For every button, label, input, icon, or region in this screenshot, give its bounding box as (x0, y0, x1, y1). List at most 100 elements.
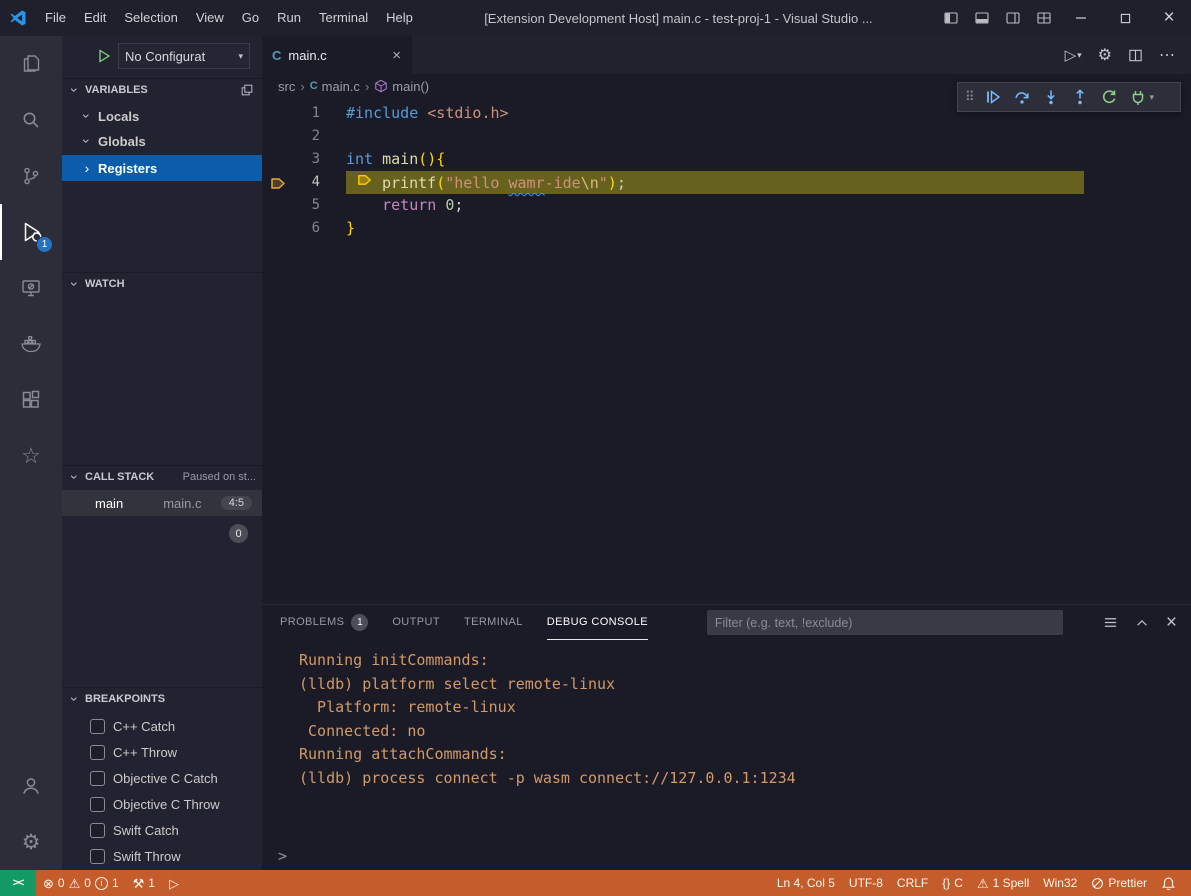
settings-gear-icon[interactable]: ⚙ (0, 814, 62, 870)
split-editor-icon[interactable] (1128, 48, 1143, 63)
menu-view[interactable]: View (187, 0, 233, 36)
debug-target-status[interactable]: ▷ (162, 870, 186, 896)
code-editor[interactable]: 1 #include <stdio.h> 2 3 int main(){ (262, 98, 1191, 604)
console-input-prompt[interactable]: > (278, 847, 287, 865)
tab-output[interactable]: OUTPUT (392, 606, 440, 640)
breakpoint-gutter[interactable] (262, 148, 294, 171)
chevron-down-icon[interactable]: ▾ (1150, 92, 1155, 103)
checkbox[interactable] (90, 771, 105, 786)
start-debug-icon[interactable] (96, 48, 112, 64)
tab-problems[interactable]: PROBLEMS 1 (280, 606, 368, 640)
collapse-all-icon[interactable] (240, 83, 254, 97)
close-tab-icon[interactable]: × (392, 47, 401, 64)
language-mode-status[interactable]: {} C (935, 870, 970, 896)
watch-section-header[interactable]: › WATCH (62, 272, 262, 295)
maximize-button[interactable] (1103, 0, 1147, 36)
menu-file[interactable]: File (36, 0, 75, 36)
variables-section-header[interactable]: › VARIABLES (62, 78, 262, 101)
breakpoint-cpp-catch[interactable]: C++ Catch (62, 713, 262, 739)
encoding-status[interactable]: UTF-8 (842, 870, 890, 896)
step-over-button[interactable] (1009, 84, 1036, 110)
cursor-position-status[interactable]: Ln 4, Col 5 (770, 870, 842, 896)
call-stack-section-header[interactable]: › CALL STACK Paused on st... (62, 465, 262, 488)
account-icon[interactable] (0, 758, 62, 814)
checkbox[interactable] (90, 719, 105, 734)
toggle-panel-icon[interactable] (966, 0, 997, 36)
breadcrumb-symbol[interactable]: main() (374, 79, 429, 94)
favorites-star-icon[interactable]: ☆ (0, 428, 62, 484)
disconnect-button[interactable] (1125, 84, 1152, 110)
code-text[interactable]: int main(){ (346, 148, 445, 171)
breakpoint-swift-throw[interactable]: Swift Throw (62, 843, 262, 869)
code-text-current-line[interactable]: printf("hello wamr-ide\n"); (346, 171, 1084, 194)
minimize-button[interactable] (1059, 0, 1103, 36)
menu-terminal[interactable]: Terminal (310, 0, 377, 36)
restart-button[interactable] (1096, 84, 1123, 110)
code-text[interactable]: #include <stdio.h> (346, 102, 509, 125)
code-text[interactable]: } (346, 217, 355, 240)
checkbox[interactable] (90, 823, 105, 838)
breakpoint-gutter[interactable] (262, 217, 294, 240)
continue-button[interactable] (980, 84, 1007, 110)
platform-status[interactable]: Win32 (1036, 870, 1084, 896)
remote-explorer-icon[interactable] (0, 260, 62, 316)
breadcrumb-file[interactable]: C main.c (310, 79, 360, 94)
console-filter-input[interactable] (707, 610, 1063, 635)
more-actions-icon[interactable]: ⋯ (1159, 45, 1175, 65)
toolchain-status[interactable]: ⚒ 1 (126, 870, 162, 896)
spell-checker-status[interactable]: ⚠ 1 Spell (970, 870, 1036, 896)
step-out-button[interactable] (1067, 84, 1094, 110)
prettier-status[interactable]: Prettier (1084, 870, 1154, 896)
step-into-button[interactable] (1038, 84, 1065, 110)
breakpoint-gutter[interactable] (262, 194, 294, 217)
close-panel-icon[interactable]: × (1166, 612, 1177, 634)
gripper-icon[interactable]: ⠿ (962, 89, 978, 105)
menu-go[interactable]: Go (233, 0, 268, 36)
breakpoint-gutter[interactable] (262, 125, 294, 148)
checkbox[interactable] (90, 849, 105, 864)
menu-help[interactable]: Help (377, 0, 422, 36)
call-stack-frame[interactable]: main main.c 4:5 (62, 490, 262, 516)
chevron-down-icon: ▾ (1077, 50, 1082, 61)
debug-configuration-dropdown[interactable]: No Configurat ▾ (118, 43, 250, 69)
docker-icon[interactable] (0, 316, 62, 372)
tab-debug-console[interactable]: DEBUG CONSOLE (547, 606, 648, 640)
breadcrumb-src[interactable]: src (278, 79, 295, 94)
close-window-button[interactable]: × (1147, 0, 1191, 36)
maximize-panel-icon[interactable] (1135, 616, 1149, 630)
checkbox[interactable] (90, 745, 105, 760)
variables-scope-registers[interactable]: › Registers (62, 155, 262, 181)
eol-status[interactable]: CRLF (890, 870, 935, 896)
variables-scope-locals[interactable]: › Locals (62, 104, 262, 128)
code-text[interactable]: return 0; (346, 194, 463, 217)
menu-selection[interactable]: Selection (115, 0, 186, 36)
current-line-gutter[interactable] (262, 171, 294, 194)
window-controls: × (935, 0, 1191, 36)
search-icon[interactable] (0, 92, 62, 148)
notifications-bell-icon[interactable] (1154, 870, 1183, 896)
toggle-sidebar-icon[interactable] (935, 0, 966, 36)
breakpoint-gutter[interactable] (262, 102, 294, 125)
tab-terminal[interactable]: TERMINAL (464, 606, 523, 640)
breakpoint-objc-throw[interactable]: Objective C Throw (62, 791, 262, 817)
menu-run[interactable]: Run (268, 0, 310, 36)
breakpoint-objc-catch[interactable]: Objective C Catch (62, 765, 262, 791)
filter-lines-icon[interactable] (1103, 615, 1118, 630)
breakpoint-cpp-throw[interactable]: C++ Throw (62, 739, 262, 765)
tab-main-c[interactable]: C main.c × (262, 36, 412, 74)
menu-edit[interactable]: Edit (75, 0, 115, 36)
customize-layout-icon[interactable] (1028, 0, 1059, 36)
problems-status[interactable]: ⊗ 0 ⚠ 0 i 1 (36, 870, 126, 896)
source-control-icon[interactable] (0, 148, 62, 204)
breakpoints-section-header[interactable]: › BREAKPOINTS (62, 687, 262, 710)
run-file-button[interactable]: ▷ ▾ (1065, 46, 1082, 64)
toggle-secondary-sidebar-icon[interactable] (997, 0, 1028, 36)
breakpoint-swift-catch[interactable]: Swift Catch (62, 817, 262, 843)
variables-scope-globals[interactable]: › Globals (62, 129, 262, 153)
gear-icon[interactable]: ⚙ (1098, 45, 1112, 65)
checkbox[interactable] (90, 797, 105, 812)
run-and-debug-icon[interactable]: 1 (0, 204, 62, 260)
extensions-icon[interactable] (0, 372, 62, 428)
remote-indicator[interactable]: >< (0, 870, 36, 896)
explorer-icon[interactable] (0, 36, 62, 92)
